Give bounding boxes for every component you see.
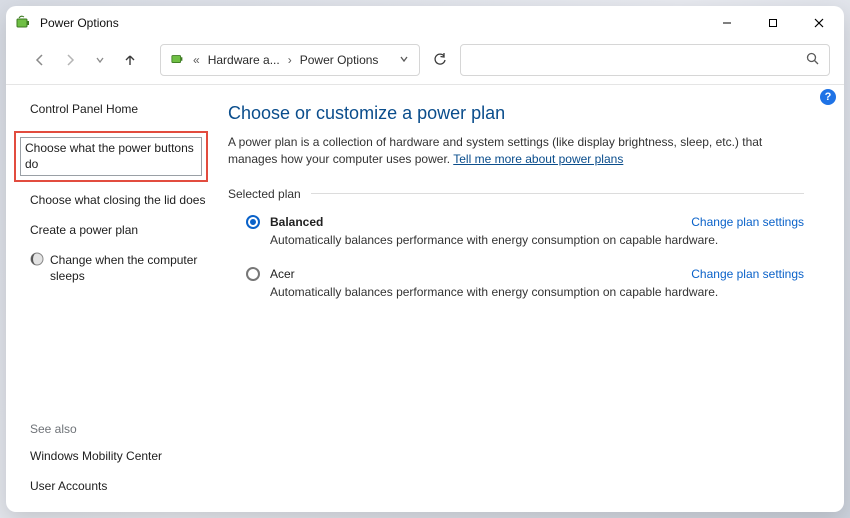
refresh-button[interactable] [426, 53, 454, 67]
see-also-accounts[interactable]: User Accounts [30, 478, 206, 494]
breadcrumb-icon [171, 52, 185, 69]
power-plan-acer: Acer Change plan settings Automatically … [246, 267, 804, 299]
plan-name-balanced[interactable]: Balanced [270, 215, 323, 229]
sidebar-link-change-sleep-label: Change when the computer sleeps [50, 252, 206, 284]
search-icon [806, 52, 819, 68]
radio-acer[interactable] [246, 267, 260, 281]
forward-button[interactable] [58, 48, 82, 72]
back-button[interactable] [28, 48, 52, 72]
breadcrumb-prefix: « [193, 53, 200, 67]
window-buttons [704, 8, 842, 38]
chevron-right-icon: › [288, 53, 292, 67]
sidebar-link-create-plan[interactable]: Create a power plan [30, 222, 206, 238]
minimize-button[interactable] [704, 8, 750, 38]
sidebar-link-change-sleep[interactable]: Change when the computer sleeps [30, 252, 206, 284]
window-title: Power Options [40, 16, 704, 30]
toolbar: « Hardware a... › Power Options [6, 40, 844, 84]
title-bar: Power Options [6, 6, 844, 40]
sidebar-link-closing-lid[interactable]: Choose what closing the lid does [30, 192, 206, 208]
see-also-label: See also [30, 422, 206, 436]
control-panel-home-link[interactable]: Control Panel Home [30, 101, 206, 117]
plan-desc-acer: Automatically balances performance with … [270, 285, 804, 299]
see-also-mobility[interactable]: Windows Mobility Center [30, 448, 206, 464]
section-divider [311, 193, 804, 194]
selected-plan-label: Selected plan [228, 187, 301, 201]
body: ? Control Panel Home Choose what the pow… [6, 85, 844, 512]
app-icon [16, 15, 32, 31]
page-description: A power plan is a collection of hardware… [228, 134, 768, 169]
breadcrumb-item-1[interactable]: Hardware a... [208, 53, 280, 67]
sidebar-link-power-buttons[interactable]: Choose what the power buttons do [14, 131, 208, 181]
power-plan-balanced: Balanced Change plan settings Automatica… [246, 215, 804, 247]
sidebar-link-power-buttons-label: Choose what the power buttons do [20, 137, 202, 175]
window: Power Options « Hardware a... › Power Op… [6, 6, 844, 512]
main-content: Choose or customize a power plan A power… [216, 85, 844, 512]
power-plan-header: Acer Change plan settings [246, 267, 804, 281]
help-badge[interactable]: ? [820, 89, 836, 105]
page-heading: Choose or customize a power plan [228, 103, 804, 124]
breadcrumb-dropdown-icon[interactable] [399, 53, 409, 67]
plan-name-acer[interactable]: Acer [270, 267, 295, 281]
breadcrumb[interactable]: « Hardware a... › Power Options [160, 44, 420, 76]
search-box[interactable] [460, 44, 830, 76]
moon-icon [30, 252, 44, 270]
close-button[interactable] [796, 8, 842, 38]
change-plan-settings-link[interactable]: Change plan settings [691, 267, 804, 281]
power-plan-header: Balanced Change plan settings [246, 215, 804, 229]
maximize-button[interactable] [750, 8, 796, 38]
up-button[interactable] [118, 48, 142, 72]
learn-more-link[interactable]: Tell me more about power plans [453, 152, 623, 166]
sidebar: Control Panel Home Choose what the power… [6, 85, 216, 512]
breadcrumb-item-2[interactable]: Power Options [300, 53, 379, 67]
recent-dropdown[interactable] [88, 48, 112, 72]
selected-plan-section: Selected plan [228, 187, 804, 201]
plan-desc-balanced: Automatically balances performance with … [270, 233, 804, 247]
radio-balanced[interactable] [246, 215, 260, 229]
change-plan-settings-link[interactable]: Change plan settings [691, 215, 804, 229]
